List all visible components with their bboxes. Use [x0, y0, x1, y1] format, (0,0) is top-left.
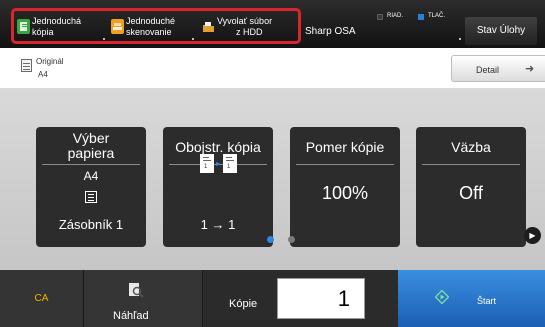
status-indicator-riad — [377, 14, 383, 20]
page-indicator[interactable] — [288, 236, 295, 243]
tile-paper-size: A4 — [83, 169, 99, 183]
start-label: Štart — [477, 296, 497, 306]
tile-binding-value: Off — [459, 183, 483, 203]
tile-ratio-value: 100% — [321, 183, 369, 203]
tile-divider — [42, 164, 140, 165]
folder-icon — [202, 19, 215, 34]
original-label: Originál — [36, 57, 64, 66]
tile-title-line1: Výber — [72, 130, 110, 146]
shortcut-label-line1: Jednoduché — [126, 16, 176, 26]
copies-label: Kópie — [229, 298, 258, 310]
tile-duplex-copy[interactable]: Obojstr. kópia 1 1 1 → 1 — [163, 127, 273, 247]
tile-title: Väzba — [451, 139, 491, 155]
page-indicator-active[interactable] — [267, 236, 274, 243]
duplex-icon: 1 1 — [199, 152, 239, 178]
tile-paper-tray: Zásobník 1 — [58, 217, 124, 232]
tile-title: Pomer kópie — [305, 139, 385, 155]
tile-paper-select[interactable]: Výber papiera A4 Zásobník 1 — [36, 127, 146, 247]
status-label-riad: RIAD. — [387, 13, 404, 19]
preview-icon — [128, 282, 144, 298]
status-label-tlac: TLAČ. — [428, 13, 446, 19]
sharp-osa-link[interactable]: Sharp OSA — [305, 26, 356, 37]
ca-button[interactable]: CA — [0, 270, 83, 327]
scan-icon — [111, 19, 124, 34]
tile-copy-ratio[interactable]: Pomer kópie 100% — [290, 127, 400, 247]
shortcut-label-line1: Jednoduchá — [32, 16, 82, 26]
tile-duplex-value: 1 → 1 — [200, 217, 236, 232]
start-button[interactable]: Štart — [398, 270, 545, 327]
shortcut-label-line2: z HDD — [236, 27, 263, 37]
document-icon — [21, 59, 32, 72]
preview-button[interactable]: Náhľad — [83, 270, 203, 327]
original-size: A4 — [38, 70, 48, 79]
next-page-button[interactable]: ▶ — [524, 227, 541, 244]
status-indicator-tlac — [418, 14, 424, 20]
tile-title-line2: papiera — [67, 145, 115, 161]
dot-indicator — [192, 38, 194, 40]
preview-label: Náhľad — [113, 310, 149, 322]
detail-button[interactable]: Detail ➜ — [451, 55, 545, 82]
tray-icon — [85, 191, 97, 203]
shortcut-label-line2: kópia — [32, 27, 54, 37]
arrow-right-icon: ➜ — [525, 63, 535, 75]
start-icon — [434, 289, 450, 305]
tile-binding[interactable]: Väzba Off — [416, 127, 526, 247]
copy-icon — [17, 19, 30, 34]
job-status-button[interactable]: Stav Úlohy — [465, 17, 537, 45]
detail-label: Detail — [476, 65, 500, 75]
dot-indicator — [103, 38, 105, 40]
shortcut-label-line1: Vyvolať súbor — [217, 16, 273, 26]
tile-divider — [296, 164, 394, 165]
dot-indicator — [459, 38, 461, 40]
shortcut-label-line2: skenovanie — [126, 27, 172, 37]
tile-divider — [422, 164, 520, 165]
copies-input[interactable]: 1 — [277, 278, 365, 319]
